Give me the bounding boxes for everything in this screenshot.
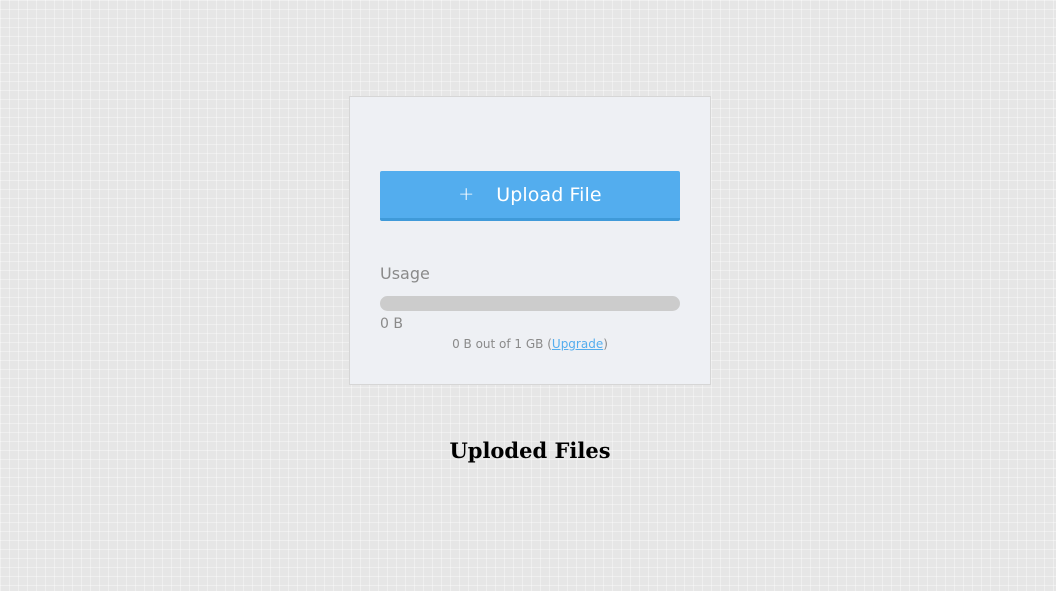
upload-file-label: Upload File: [496, 183, 602, 206]
uploaded-files-heading: Uploded Files: [449, 438, 611, 463]
usage-title: Usage: [380, 264, 430, 283]
usage-summary: 0 B out of 1 GB (Upgrade): [350, 337, 710, 351]
usage-progress-bar: [380, 296, 680, 311]
upload-file-button[interactable]: + Upload File: [380, 171, 680, 221]
usage-summary-suffix: ): [603, 337, 608, 351]
upload-card: + Upload File Usage 0 B 0 B out of 1 GB …: [349, 96, 711, 385]
usage-amount: 0 B: [380, 316, 403, 332]
usage-summary-prefix: 0 B out of 1 GB (: [452, 337, 552, 351]
upgrade-link[interactable]: Upgrade: [552, 337, 603, 351]
plus-icon: +: [458, 183, 475, 205]
